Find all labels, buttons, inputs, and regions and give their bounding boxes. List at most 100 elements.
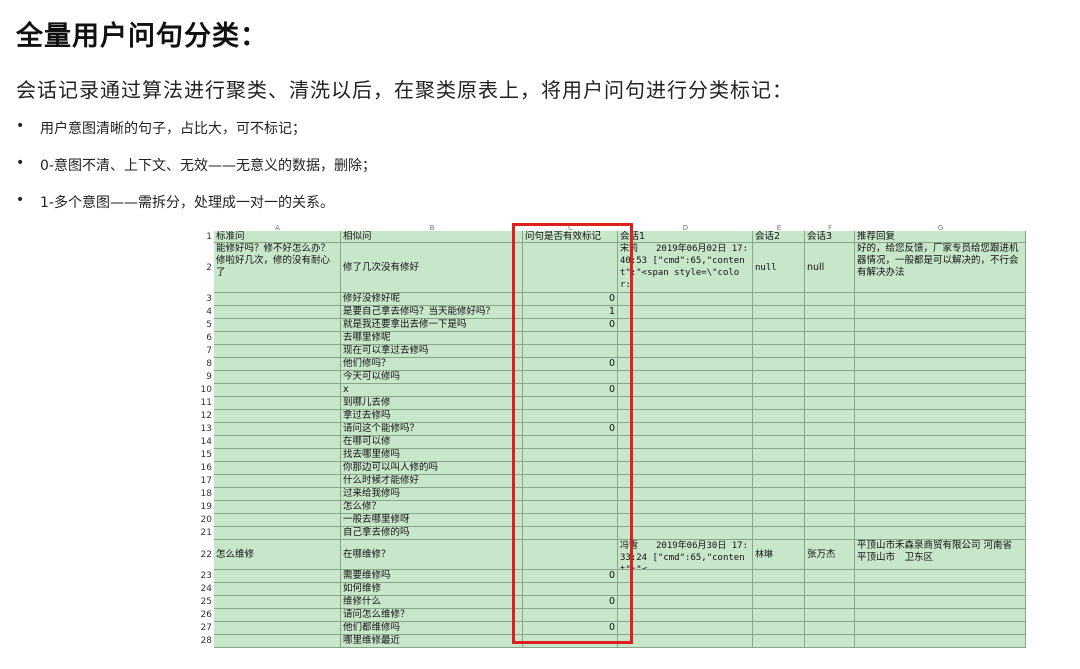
- session3-cell[interactable]: [805, 371, 855, 384]
- recommended-reply-cell[interactable]: [855, 622, 1026, 635]
- valid-flag-cell[interactable]: [523, 410, 618, 423]
- valid-flag-cell[interactable]: [523, 609, 618, 622]
- session2-cell[interactable]: [753, 449, 805, 462]
- session1-cell[interactable]: [618, 570, 753, 583]
- similar-question-cell[interactable]: 现在可以拿过去修吗: [341, 345, 523, 358]
- standard-question-cell[interactable]: [214, 462, 341, 475]
- session1-cell[interactable]: [618, 622, 753, 635]
- session2-cell[interactable]: [753, 384, 805, 397]
- session1-cell[interactable]: 冯雪 2019年06月30日 17:33:24 ["cmd":65,"conte…: [618, 540, 753, 570]
- valid-flag-cell[interactable]: [523, 475, 618, 488]
- session3-cell[interactable]: [805, 436, 855, 449]
- recommended-reply-cell[interactable]: [855, 358, 1026, 371]
- standard-question-cell[interactable]: [214, 488, 341, 501]
- session3-cell[interactable]: [805, 514, 855, 527]
- standard-question-cell[interactable]: [214, 319, 341, 332]
- session1-cell[interactable]: [618, 635, 753, 648]
- recommended-reply-cell[interactable]: [855, 371, 1026, 384]
- session3-cell[interactable]: [805, 423, 855, 436]
- session1-cell[interactable]: [618, 449, 753, 462]
- recommended-reply-cell[interactable]: [855, 332, 1026, 345]
- standard-question-cell[interactable]: [214, 332, 341, 345]
- valid-flag-cell[interactable]: 0: [523, 358, 618, 371]
- header-cell[interactable]: 相似问: [341, 231, 523, 243]
- session3-cell[interactable]: [805, 462, 855, 475]
- similar-question-cell[interactable]: 修了几次没有修好: [341, 243, 523, 293]
- standard-question-cell[interactable]: [214, 622, 341, 635]
- valid-flag-cell[interactable]: [523, 462, 618, 475]
- session2-cell[interactable]: [753, 488, 805, 501]
- valid-flag-cell[interactable]: 0: [523, 319, 618, 332]
- similar-question-cell[interactable]: 他们修吗？: [341, 358, 523, 371]
- similar-question-cell[interactable]: 维修什么: [341, 596, 523, 609]
- recommended-reply-cell[interactable]: [855, 635, 1026, 648]
- similar-question-cell[interactable]: 需要维修吗: [341, 570, 523, 583]
- session2-cell[interactable]: [753, 635, 805, 648]
- similar-question-cell[interactable]: 自己拿去修的吗: [341, 527, 523, 540]
- session2-cell[interactable]: [753, 410, 805, 423]
- valid-flag-cell[interactable]: [523, 583, 618, 596]
- recommended-reply-cell[interactable]: [855, 293, 1026, 306]
- standard-question-cell[interactable]: 怎么维修: [214, 540, 341, 570]
- header-cell[interactable]: 会话2: [753, 231, 805, 243]
- session3-cell[interactable]: [805, 501, 855, 514]
- session3-cell[interactable]: [805, 527, 855, 540]
- session1-cell[interactable]: [618, 371, 753, 384]
- valid-flag-cell[interactable]: [523, 540, 618, 570]
- recommended-reply-cell[interactable]: [855, 609, 1026, 622]
- valid-flag-cell[interactable]: [523, 332, 618, 345]
- valid-flag-cell[interactable]: 0: [523, 384, 618, 397]
- session3-cell[interactable]: [805, 596, 855, 609]
- session2-cell[interactable]: [753, 436, 805, 449]
- session2-cell[interactable]: [753, 345, 805, 358]
- session2-cell[interactable]: [753, 514, 805, 527]
- similar-question-cell[interactable]: 去哪里修呢: [341, 332, 523, 345]
- standard-question-cell[interactable]: [214, 609, 341, 622]
- standard-question-cell[interactable]: [214, 423, 341, 436]
- standard-question-cell[interactable]: [214, 449, 341, 462]
- session1-cell[interactable]: [618, 397, 753, 410]
- similar-question-cell[interactable]: 如何维修: [341, 583, 523, 596]
- session1-cell[interactable]: [618, 609, 753, 622]
- session3-cell[interactable]: [805, 609, 855, 622]
- standard-question-cell[interactable]: [214, 293, 341, 306]
- session3-cell[interactable]: null: [805, 243, 855, 293]
- recommended-reply-cell[interactable]: [855, 514, 1026, 527]
- session2-cell[interactable]: 林琳: [753, 540, 805, 570]
- valid-flag-cell[interactable]: [523, 514, 618, 527]
- session1-cell[interactable]: [618, 583, 753, 596]
- standard-question-cell[interactable]: [214, 570, 341, 583]
- session1-cell[interactable]: [618, 384, 753, 397]
- session2-cell[interactable]: [753, 397, 805, 410]
- header-cell[interactable]: 会话1: [618, 231, 753, 243]
- session2-cell[interactable]: [753, 527, 805, 540]
- session1-cell[interactable]: [618, 488, 753, 501]
- session2-cell[interactable]: [753, 570, 805, 583]
- valid-flag-cell[interactable]: [523, 501, 618, 514]
- session1-cell[interactable]: [618, 319, 753, 332]
- session3-cell[interactable]: [805, 397, 855, 410]
- session3-cell[interactable]: 张万杰: [805, 540, 855, 570]
- session2-cell[interactable]: [753, 332, 805, 345]
- standard-question-cell[interactable]: 能修好吗？修不好怎么办？修啦好几次，修的没有耐心了: [214, 243, 341, 293]
- similar-question-cell[interactable]: x: [341, 384, 523, 397]
- recommended-reply-cell[interactable]: [855, 436, 1026, 449]
- similar-question-cell[interactable]: 怎么修？: [341, 501, 523, 514]
- session1-cell[interactable]: [618, 293, 753, 306]
- similar-question-cell[interactable]: 请问怎么维修？: [341, 609, 523, 622]
- valid-flag-cell[interactable]: [523, 436, 618, 449]
- valid-flag-cell[interactable]: [523, 527, 618, 540]
- session2-cell[interactable]: [753, 293, 805, 306]
- valid-flag-cell[interactable]: 0: [523, 423, 618, 436]
- recommended-reply-cell[interactable]: [855, 423, 1026, 436]
- session3-cell[interactable]: [805, 345, 855, 358]
- recommended-reply-cell[interactable]: [855, 319, 1026, 332]
- session2-cell[interactable]: [753, 583, 805, 596]
- session3-cell[interactable]: [805, 293, 855, 306]
- similar-question-cell[interactable]: 找去哪里修吗: [341, 449, 523, 462]
- session3-cell[interactable]: [805, 583, 855, 596]
- recommended-reply-cell[interactable]: [855, 410, 1026, 423]
- valid-flag-cell[interactable]: [523, 397, 618, 410]
- session2-cell[interactable]: [753, 596, 805, 609]
- recommended-reply-cell[interactable]: [855, 397, 1026, 410]
